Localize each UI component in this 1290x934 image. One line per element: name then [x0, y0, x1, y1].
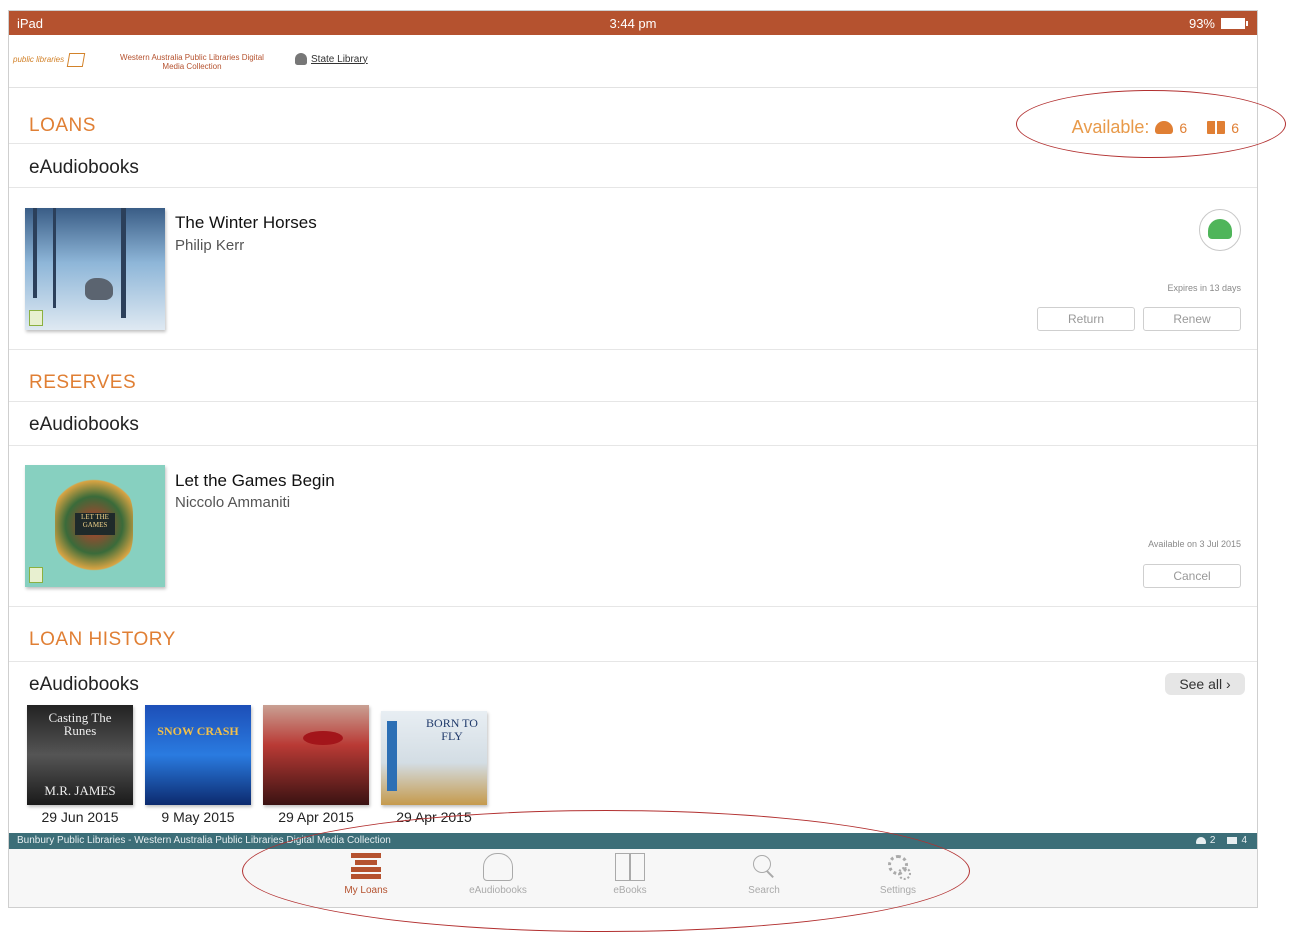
see-all-button[interactable]: See all › [1165, 673, 1245, 695]
listen-button[interactable] [1199, 209, 1241, 251]
tab-ebooks[interactable]: eBooks [585, 853, 675, 896]
loans-category: eAudiobooks [29, 157, 139, 178]
ebook-count: 4 [1241, 835, 1247, 846]
history-date: 29 Jun 2015 [41, 809, 119, 825]
divider [9, 349, 1257, 350]
tab-label: Search [748, 885, 780, 896]
audiobook-badge-icon [29, 310, 43, 326]
headphones-icon [483, 853, 513, 881]
see-all-label: See all [1179, 676, 1223, 692]
book-cover[interactable]: LET THE GAMES [25, 465, 165, 587]
history-date: 29 Apr 2015 [278, 809, 354, 825]
app-header: public libraries Western Australia Publi… [9, 35, 1257, 88]
headphones-icon [1155, 121, 1174, 134]
tab-bar: My Loans eAudiobooks eBooks Search Setti… [9, 849, 1257, 907]
loan-counts: 2 4 [1195, 835, 1247, 846]
tab-search[interactable]: Search [719, 853, 809, 896]
book-icon [615, 853, 645, 881]
loans-title: LOANS [29, 115, 96, 136]
tab-label: My Loans [344, 885, 388, 896]
divider [9, 187, 1257, 188]
search-icon [749, 853, 779, 881]
wapl-logo: Western Australia Public Libraries Digit… [120, 53, 264, 71]
crest-icon [295, 53, 307, 65]
tab-settings[interactable]: Settings [853, 853, 943, 896]
tab-label: Settings [879, 885, 917, 896]
history-cover[interactable]: SNOW CRASH [145, 705, 251, 805]
history-cover[interactable]: BORN TO FLY [381, 711, 487, 805]
reserve-book-title[interactable]: Let the Games Begin [175, 471, 335, 491]
history-cover[interactable] [263, 705, 369, 805]
history-cover-author: M.R. JAMES [44, 783, 116, 798]
history-cover-title: BORN TO FLY [426, 716, 478, 743]
available-ebook-count: 6 [1231, 119, 1239, 136]
return-button[interactable]: Return [1037, 307, 1135, 331]
clock: 3:44 pm [609, 16, 657, 31]
history-date: 29 Apr 2015 [396, 809, 472, 825]
tab-eaudiobooks[interactable]: eAudiobooks [453, 853, 543, 896]
reserve-book-author: Niccolo Ammaniti [175, 494, 291, 511]
library-name: Bunbury Public Libraries - Western Austr… [17, 835, 391, 846]
available-audio-count: 6 [1179, 119, 1188, 136]
tab-my-loans[interactable]: My Loans [321, 853, 411, 896]
app-window: iPad 3:44 pm 93% public libraries Wester… [8, 10, 1258, 908]
divider [9, 401, 1257, 402]
loans-icon [351, 853, 381, 881]
divider [9, 445, 1257, 446]
history-category: eAudiobooks [29, 674, 139, 695]
headphones-icon [1195, 837, 1206, 844]
available-on-note: Available on 3 Jul 2015 [1148, 539, 1241, 549]
audiobook-badge-icon [29, 567, 43, 583]
battery-indicator: 93% [1188, 16, 1248, 31]
expiry-note: Expires in 13 days [1167, 283, 1241, 293]
battery-icon [1221, 18, 1248, 29]
history-cover[interactable]: Casting The Runes M.R. JAMES [27, 705, 133, 805]
availability-summary: Available: 6 6 [1072, 117, 1239, 138]
public-libraries-logo: public libraries [13, 53, 86, 67]
flag-icon [66, 53, 86, 67]
reserves-title: RESERVES [29, 372, 137, 393]
divider [9, 606, 1257, 607]
public-libraries-logo-text: public libraries [13, 55, 65, 65]
state-library-logo: State Library [295, 53, 368, 65]
battery-percent: 93% [1188, 16, 1215, 31]
state-library-text: State Library [311, 53, 368, 65]
loan-book-title[interactable]: The Winter Horses [175, 213, 317, 233]
library-bar: Bunbury Public Libraries - Western Austr… [9, 833, 1257, 849]
loan-book-author: Philip Kerr [175, 237, 245, 254]
divider [9, 661, 1257, 662]
cancel-button[interactable]: Cancel [1143, 564, 1241, 588]
chevron-right-icon: › [1226, 676, 1231, 692]
gear-icon [883, 853, 913, 881]
audio-count: 2 [1209, 835, 1216, 846]
loan-history-title: LOAN HISTORY [29, 629, 176, 650]
renew-button[interactable]: Renew [1143, 307, 1241, 331]
history-cover-title: SNOW CRASH [157, 724, 239, 738]
available-label: Available: [1071, 117, 1150, 137]
divider [9, 143, 1257, 144]
tab-label: eBooks [613, 885, 647, 896]
book-icon [1227, 837, 1238, 844]
history-date: 9 May 2015 [161, 809, 235, 825]
status-bar: iPad 3:44 pm 93% [9, 11, 1257, 35]
history-cover-title: Casting The Runes [48, 710, 112, 738]
tab-label: eAudiobooks [469, 885, 527, 896]
book-cover[interactable] [25, 208, 165, 330]
reserves-category: eAudiobooks [29, 414, 139, 435]
headphones-icon [1208, 219, 1232, 239]
book-icon [1207, 121, 1226, 134]
